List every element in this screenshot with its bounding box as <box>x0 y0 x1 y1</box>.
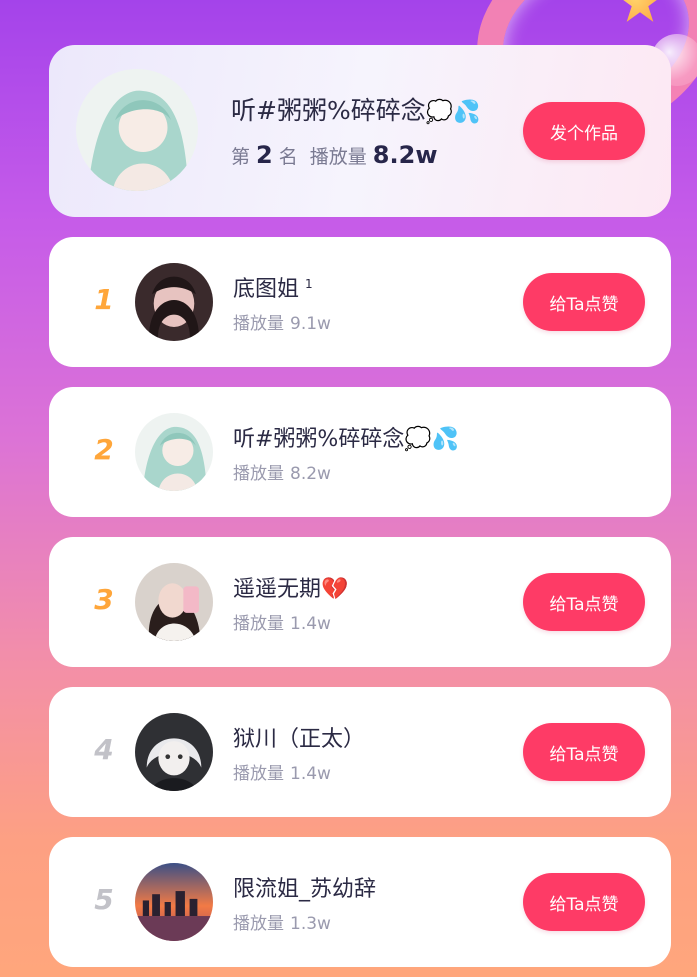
rank-number: 1 <box>94 283 114 316</box>
avatar[interactable] <box>135 863 213 941</box>
avatar[interactable] <box>135 413 213 491</box>
my-name: 听#粥粥%碎碎念💭💦 <box>231 96 481 125</box>
star-icon <box>617 0 663 22</box>
user-name: 听#粥粥%碎碎念💭💦 <box>233 427 460 452</box>
play-count: 播放量 1.3w <box>233 914 331 934</box>
rank-row[interactable]: 3 遥遥无期💔 播放量 1.4w 给Ta点赞 <box>49 537 671 667</box>
play-count: 播放量 1.4w <box>233 614 331 634</box>
my-rank-card: 听#粥粥%碎碎念💭💦 第2名 播放量 8.2w 发个作品 <box>49 45 671 217</box>
rank-number: 5 <box>94 883 114 916</box>
rank-number: 4 <box>94 733 114 766</box>
play-count: 播放量 1.4w <box>233 764 331 784</box>
user-name: 狱川（正太） <box>233 727 366 752</box>
play-count: 播放量 9.1w <box>233 314 331 334</box>
avatar[interactable] <box>135 563 213 641</box>
rank-row[interactable]: 4 狱川（正太） 播放量 1.4w 给Ta点赞 <box>49 687 671 817</box>
my-rank-stats: 第2名 播放量 8.2w <box>231 141 438 169</box>
avatar[interactable] <box>135 263 213 341</box>
like-button[interactable]: 给Ta点赞 <box>523 723 645 781</box>
my-plays: 8.2w <box>372 141 438 169</box>
like-button[interactable]: 给Ta点赞 <box>523 873 645 931</box>
my-rank-number: 2 <box>256 141 273 169</box>
rank-number: 2 <box>94 433 114 466</box>
play-count: 播放量 8.2w <box>233 464 331 484</box>
user-name: 限流姐_苏幼辞 <box>233 877 377 902</box>
post-work-button[interactable]: 发个作品 <box>523 102 645 160</box>
rank-row[interactable]: 1 底图姐 1 播放量 9.1w 给Ta点赞 <box>49 237 671 367</box>
rank-row[interactable]: 5 限流姐_苏幼辞 播放量 1.3w 给Ta点赞 <box>49 837 671 967</box>
user-name: 遥遥无期💔 <box>233 577 349 602</box>
rank-number: 3 <box>94 583 114 616</box>
like-button[interactable]: 给Ta点赞 <box>523 573 645 631</box>
avatar[interactable] <box>135 713 213 791</box>
user-name: 底图姐 1 <box>233 276 313 302</box>
like-button[interactable]: 给Ta点赞 <box>523 273 645 331</box>
rank-row[interactable]: 2 听#粥粥%碎碎念💭💦 播放量 8.2w <box>49 387 671 517</box>
avatar <box>76 69 198 191</box>
